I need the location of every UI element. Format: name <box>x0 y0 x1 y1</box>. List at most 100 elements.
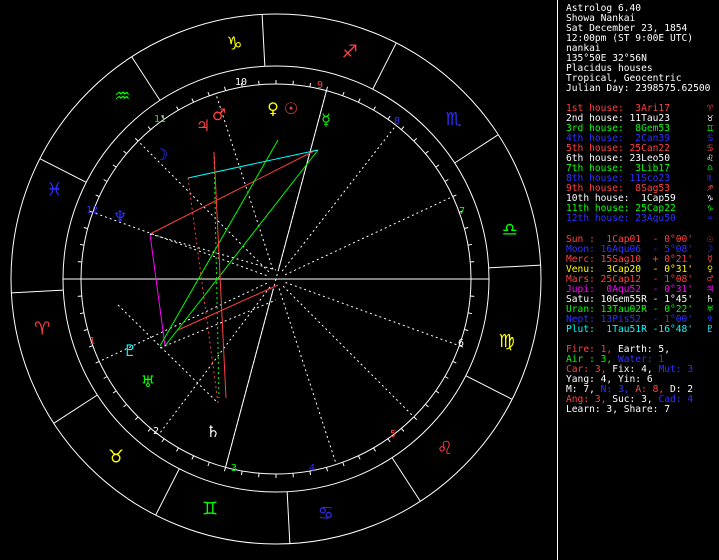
degree-tick <box>79 243 85 246</box>
house-cusp-line <box>281 125 397 272</box>
degree-tick <box>79 312 85 315</box>
degree-tick <box>83 227 88 230</box>
degree-tick <box>309 82 312 88</box>
sign-divider-line <box>53 394 98 424</box>
house-number: 3 <box>231 463 237 474</box>
sign-divider-line <box>155 468 180 516</box>
house-number: 11 <box>154 114 166 125</box>
sign-divider-line <box>261 14 266 67</box>
planet-icon: ♄ <box>206 422 220 441</box>
degree-tick <box>467 312 473 315</box>
degree-tick <box>224 467 227 472</box>
degree-tick <box>342 91 345 96</box>
header-line-text: Julian Day: 2398575.62500 <box>566 83 711 94</box>
sign-divider-line <box>465 375 513 400</box>
degree-tick <box>425 403 429 408</box>
info-panel: Astrolog 6.40 Showa Nankai Sat December 23… <box>557 0 719 560</box>
aspect-line <box>187 149 319 179</box>
chart-wheel: ♈♉♊ ♋♌♍♎♏♐♑♒♓ 123 456789101112 ♆♅♄☽♃♂ ♀ ☉☿♇ <box>10 13 542 545</box>
planet-icon: ☉ <box>284 99 298 118</box>
zodiac-sign-icon: ♐ <box>342 42 358 63</box>
planet-position-row: Plut: 1Tau51R -16°48' <box>566 325 693 335</box>
house-number: 7 <box>459 206 465 217</box>
degree-tick <box>325 86 328 91</box>
degree-tick <box>325 467 328 472</box>
degree-tick <box>452 360 457 364</box>
degree-tick <box>452 194 457 198</box>
house-cusp-row: 12th house: 23Aqu50 <box>566 214 676 224</box>
degree-tick <box>161 438 165 443</box>
house-cusps <box>63 90 489 468</box>
degree-tick <box>191 455 195 460</box>
sign-divider-line <box>372 42 397 90</box>
aspect-line <box>149 233 166 347</box>
zodiac-sign-icon: ♉ <box>108 447 124 468</box>
aspect-line <box>177 284 279 331</box>
planet-icon: ♅ <box>141 372 155 391</box>
sign-divider-line <box>131 56 161 101</box>
degree-tick <box>467 243 473 246</box>
house-number: 5 <box>390 429 396 440</box>
zodiac-sign-icon: ♑ <box>226 34 242 55</box>
planet-icon: ♇ <box>706 324 713 335</box>
planet-icon: ☽ <box>154 145 168 164</box>
planet-icon: ♃ <box>196 116 210 135</box>
degree-tick <box>444 376 449 379</box>
sign-divider-line <box>11 289 64 294</box>
house-cusp-line <box>285 281 460 347</box>
degree-tick <box>83 328 88 331</box>
zodiac-sign-icon: ♎ <box>502 219 518 240</box>
degree-tick <box>464 328 469 331</box>
degree-tick <box>342 462 345 467</box>
degree-tick <box>134 416 139 421</box>
statistics-segment: Learn: 3, Share: 7 <box>566 404 670 415</box>
degree-tick <box>464 227 469 230</box>
degree-tick <box>176 447 179 452</box>
degree-tick <box>400 126 405 130</box>
degree-tick <box>373 106 376 111</box>
degree-tick <box>357 455 361 460</box>
planet-glyphs: ♆ ♅ ♄ ☽ ♃♂ ♀ ☉ ☿ ♇ <box>113 99 331 441</box>
degree-tick <box>240 470 243 476</box>
house-cusp-row-text: 12th house: 23Aqu50 <box>566 213 676 224</box>
aspect-line <box>159 299 277 349</box>
degree-tick <box>191 98 195 103</box>
header-line: Julian Day: 2398575.62500 <box>566 84 710 94</box>
zodiac-sign-icon: ♈ <box>34 319 50 340</box>
zodiac-sign-icon: ♋ <box>318 503 334 524</box>
house-number: 12 <box>86 205 98 216</box>
degree-tick <box>387 115 391 120</box>
degree-tick <box>112 390 117 394</box>
degree-tick <box>147 428 152 432</box>
degree-tick <box>95 360 100 364</box>
degree-tick <box>207 462 210 467</box>
degree-tick <box>103 179 108 182</box>
aspect-line <box>149 233 277 271</box>
house-cusp-line <box>282 285 415 418</box>
sign-divider-line <box>488 264 541 269</box>
degree-tick <box>425 150 429 155</box>
planet-icon: ♇ <box>123 341 137 360</box>
sign-divider-line <box>286 491 291 544</box>
sign-divider-line <box>454 134 499 164</box>
aspect-line <box>213 151 220 399</box>
degree-tick <box>413 137 418 142</box>
degree-tick <box>400 428 405 432</box>
planet-icon: ♂ <box>212 105 226 124</box>
planet-icon: ☿ <box>321 110 331 129</box>
statistics-segment: Mut: 3 <box>658 364 694 375</box>
degree-tick <box>373 447 376 452</box>
degree-tick <box>207 91 210 96</box>
degree-tick <box>435 164 440 168</box>
degree-tick <box>413 416 418 421</box>
degree-tick <box>95 194 100 198</box>
zodiac-sign-icon: ♌ <box>437 438 453 459</box>
degree-tick <box>123 403 127 408</box>
zodiac-sign-icon: ♒ <box>114 86 130 107</box>
degree-tick <box>134 137 139 142</box>
degree-tick <box>176 106 179 111</box>
degree-tick <box>224 86 227 91</box>
degree-tick <box>357 98 361 103</box>
zodiac-sign-icon: ♒ <box>706 213 713 224</box>
house-number: 4 <box>309 463 315 474</box>
